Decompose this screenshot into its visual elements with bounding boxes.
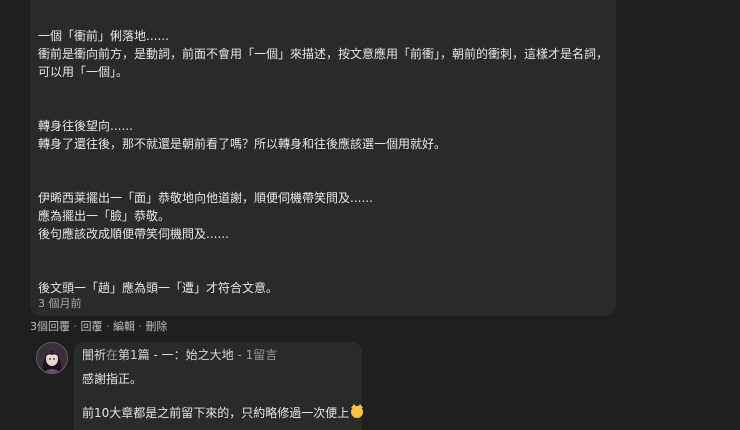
reply-header: 闇祈在第1篇 - 一：始之大地 - 1留言 xyxy=(82,346,277,363)
avatar[interactable] xyxy=(36,342,68,374)
comment-line: 伊晞西莱擺出一「面」恭敬地向他道謝，順便伺機帶笑問及...... xyxy=(38,191,373,205)
reply-author-link[interactable]: 闇祈 xyxy=(82,348,106,362)
comment-card: 一個「衝前」俐落地...... 衝前是衝向前方，是動詞，前面不會用「一個」來描述… xyxy=(30,0,616,316)
comment-timestamp: 3 個月前 xyxy=(38,297,82,310)
reply-dash: - xyxy=(233,348,246,362)
comment-line: 轉身往後望向...... xyxy=(38,119,133,133)
comment-actions: 3個回覆 · 回覆 · 編輯 · 刪除 xyxy=(30,318,168,334)
reply-chapter-link[interactable]: 第1篇 - 一：始之大地 xyxy=(118,348,234,362)
separator: · xyxy=(73,320,78,333)
comment-body: 一個「衝前」俐落地...... 衝前是衝向前方，是動詞，前面不會用「一個」來描述… xyxy=(38,27,608,297)
reply-line: 前10大章都是之前留下來的，只約略修過一次便上 xyxy=(82,406,350,420)
delete-button[interactable]: 刪除 xyxy=(146,320,168,333)
comment-line: 可以用「一個」。 xyxy=(38,65,129,79)
reply-button[interactable]: 回覆 xyxy=(81,320,103,333)
reply-in-text: 在 xyxy=(106,348,119,362)
avatar-image xyxy=(37,343,67,373)
comment-line: 應為擺出一「臉」恭敬。 xyxy=(38,209,171,223)
reply-line: 感謝指正。 xyxy=(82,372,143,386)
comment-line: 一個「衝前」俐落地...... xyxy=(38,29,169,43)
comment-line: 轉身了還往後，那不就還是朝前看了嗎？所以轉身和往後應該選一個用就好。 xyxy=(38,137,447,151)
reply-comment-count: 1留言 xyxy=(245,348,278,362)
comment-line: 後句應該改成順便帶笑伺機問及...... xyxy=(38,227,229,241)
reply-line-with-emoji: 前10大章都是之前留下來的，只約略修過一次便上 xyxy=(82,404,364,422)
comment-line: 衝前是衝向前方，是動詞，前面不會用「一個」來描述，按文意應用「前衝」，朝前的衝刺… xyxy=(38,47,609,61)
separator: · xyxy=(138,320,143,333)
edit-button[interactable]: 編輯 xyxy=(113,320,135,333)
reply-card: 闇祈在第1篇 - 一：始之大地 - 1留言 感謝指正。 前10大章都是之前留下來… xyxy=(74,342,364,430)
comment-line: 後文頭一「趟」應為頭一「遭」才符合文意。 xyxy=(38,281,279,295)
replies-count-link[interactable]: 3個回覆 xyxy=(30,320,70,333)
cat-emoji-icon xyxy=(351,404,364,418)
separator: · xyxy=(106,320,110,333)
page: 一個「衝前」俐落地...... 衝前是衝向前方，是動詞，前面不會用「一個」來描述… xyxy=(0,0,740,430)
reply-text: 感謝指正。 前10大章都是之前留下來的，只約略修過一次便上 xyxy=(82,370,364,422)
